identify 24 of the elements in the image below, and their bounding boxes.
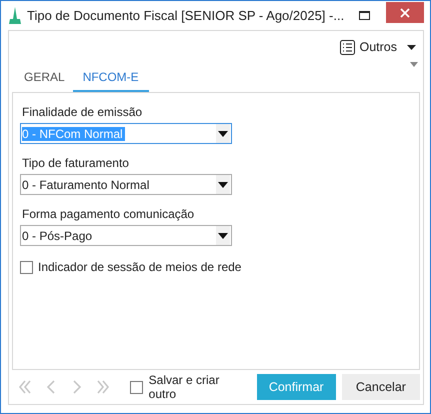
dropdown-field[interactable]: 0 - Faturamento Normal	[20, 174, 232, 195]
outros-menu-button[interactable]: Outros	[336, 40, 420, 54]
list-icon	[340, 40, 356, 54]
checkbox-label: Salvar e criar outro	[148, 373, 220, 401]
field-label: Forma pagamento comunicação	[22, 207, 196, 221]
maximize-icon[interactable]	[358, 11, 370, 20]
tab[interactable]: NFCOM-E	[72, 64, 149, 92]
checkbox-label: Indicador de sessão de meios de rede	[38, 260, 242, 274]
close-icon	[400, 8, 410, 18]
caret-icon	[407, 44, 416, 50]
dropdown-field[interactable]: 0 - Pós-Pago	[20, 225, 232, 246]
caret-icon	[218, 182, 228, 188]
tab[interactable]: GERAL	[16, 64, 73, 92]
checkbox[interactable]	[20, 260, 33, 274]
checkbox[interactable]	[130, 380, 143, 394]
close-button[interactable]	[386, 2, 424, 23]
caret-icon	[218, 130, 228, 136]
cancel-button[interactable]: Cancelar	[342, 374, 420, 400]
tree-icon	[9, 7, 21, 24]
dropdown-arrow-icon[interactable]	[410, 62, 418, 67]
field-label: Finalidade de emissão	[22, 105, 144, 119]
caret-icon	[218, 232, 228, 238]
window-title: Tipo de Documento Fiscal [SENIOR SP - Ago/2025] -...	[27, 8, 346, 23]
field-label: Tipo de faturamento	[22, 156, 130, 170]
